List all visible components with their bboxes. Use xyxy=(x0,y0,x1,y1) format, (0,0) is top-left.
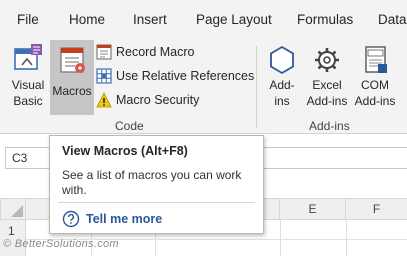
macros-tooltip: View Macros (Alt+F8) See a list of macro… xyxy=(49,135,264,234)
grid-line xyxy=(280,220,281,256)
visual-basic-label-line1: Visual xyxy=(11,78,45,92)
macros-button[interactable]: Macros xyxy=(50,40,94,115)
macros-label: Macros xyxy=(52,84,92,98)
com-addins-label-line2: Add-ins xyxy=(354,94,396,108)
formula-bar[interactable] xyxy=(260,147,407,169)
record-macro-button[interactable]: Record Macro xyxy=(96,41,195,63)
tab-formulas[interactable]: Formulas xyxy=(297,12,353,27)
com-addins-label-line1: COM xyxy=(361,78,389,92)
tooltip-divider xyxy=(58,202,255,203)
excel-addins-button[interactable]: Excel Add-ins xyxy=(304,40,350,115)
group-separator xyxy=(256,46,257,128)
visual-basic-button[interactable]: Visual Basic xyxy=(6,40,50,115)
visual-basic-label-line2: Basic xyxy=(13,94,43,108)
tab-page-layout[interactable]: Page Layout xyxy=(196,12,272,27)
com-addins-icon xyxy=(352,43,398,77)
hexagon-icon xyxy=(262,43,302,77)
visual-basic-icon xyxy=(6,43,50,77)
macro-security-button[interactable]: Macro Security xyxy=(96,89,199,111)
tell-me-more-label: Tell me more xyxy=(86,212,163,226)
use-relative-references-button[interactable]: Use Relative References xyxy=(96,65,254,87)
com-addins-button[interactable]: COM Add-ins xyxy=(352,40,398,115)
tooltip-title: View Macros (Alt+F8) xyxy=(62,144,188,158)
gear-icon xyxy=(304,43,350,77)
tab-file[interactable]: File xyxy=(17,12,39,27)
code-group-label: Code xyxy=(115,119,144,133)
corner-triangle-icon xyxy=(11,205,23,217)
column-header-f[interactable]: F xyxy=(346,198,407,220)
tell-me-more-link[interactable]: Tell me more xyxy=(62,210,162,228)
ribbon-tab-bar: File Home Insert Page Layout Formulas Da… xyxy=(0,0,407,40)
column-header-e[interactable]: E xyxy=(280,198,346,220)
record-macro-label: Record Macro xyxy=(116,45,195,59)
select-all-corner[interactable] xyxy=(0,198,26,220)
use-relative-references-label: Use Relative References xyxy=(116,69,255,83)
addins-label-line1: Add- xyxy=(269,78,295,92)
ribbon-developer: Visual Basic Macros Record Macro Use Rel… xyxy=(0,40,407,134)
addins-group-label: Add-ins xyxy=(309,119,350,133)
tab-home[interactable]: Home xyxy=(69,12,105,27)
tab-data[interactable]: Data xyxy=(378,12,407,27)
watermark-text: © BetterSolutions.com xyxy=(3,238,119,250)
tooltip-description: See a list of macros you can work with. xyxy=(62,168,242,197)
macros-icon xyxy=(50,43,94,77)
excel-addins-label-line1: Excel xyxy=(312,78,342,92)
addins-label-line2: ins xyxy=(274,94,290,108)
grid-line xyxy=(346,220,347,256)
tab-insert[interactable]: Insert xyxy=(133,12,167,27)
macro-security-label: Macro Security xyxy=(116,93,200,107)
addins-button[interactable]: Add- ins xyxy=(262,40,302,115)
excel-addins-label-line2: Add-ins xyxy=(306,94,348,108)
